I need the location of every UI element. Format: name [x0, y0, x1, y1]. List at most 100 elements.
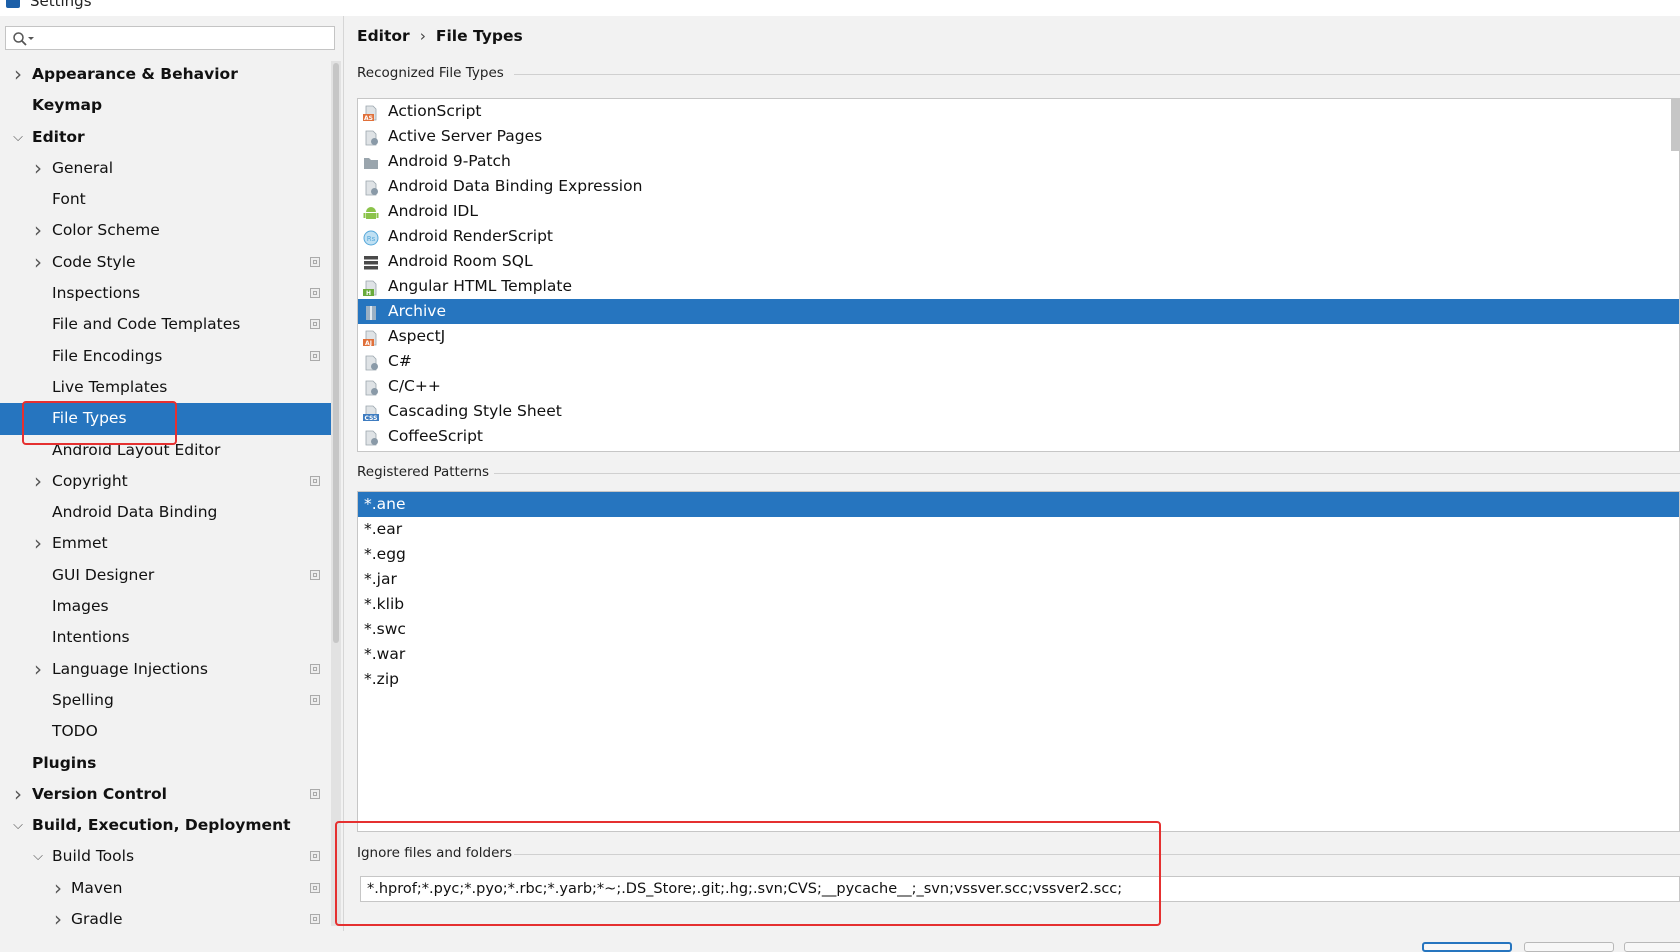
sidebar-item-label: TODO: [52, 722, 98, 741]
file-type-row[interactable]: Rs Android RenderScript: [358, 224, 1679, 249]
chevron-right-icon[interactable]: ›: [51, 873, 65, 904]
sidebar-item-android-data-binding[interactable]: Android Data Binding: [0, 497, 331, 528]
file-type-name: CoffeeScript: [388, 427, 484, 445]
file-type-row[interactable]: Active Server Pages: [358, 124, 1679, 149]
sidebar-item-label: Version Control: [32, 784, 167, 803]
sidebar-item-file-encodings[interactable]: File Encodings: [0, 341, 331, 372]
file-type-name: AspectJ: [388, 327, 446, 345]
sidebar-scrollbar-thumb[interactable]: [333, 63, 339, 643]
app-icon: [6, 0, 20, 8]
file-type-row[interactable]: Android Room SQL: [358, 249, 1679, 274]
file-type-name: ActionScript: [388, 102, 482, 120]
file-type-name: Archive: [388, 302, 446, 320]
sidebar-item-build-tools[interactable]: ⌵ Build Tools: [0, 841, 331, 872]
breadcrumb-current: File Types: [435, 27, 523, 45]
sidebar-item-emmet[interactable]: › Emmet: [0, 528, 331, 559]
csharp-file-icon: [363, 354, 379, 371]
file-type-row[interactable]: Android IDL: [358, 199, 1679, 224]
chevron-right-icon[interactable]: ›: [31, 466, 45, 497]
pattern-row[interactable]: *.jar: [358, 567, 1679, 592]
sidebar-item-editor[interactable]: ⌵ Editor: [0, 122, 331, 153]
file-type-name: Cascading Style Sheet: [388, 402, 562, 420]
sidebar-item-todo[interactable]: TODO: [0, 716, 331, 747]
pattern-row[interactable]: *.ear: [358, 517, 1679, 542]
sidebar-item-font[interactable]: Font: [0, 184, 331, 215]
project-settings-icon: [310, 882, 320, 893]
file-type-row[interactable]: CSS Cascading Style Sheet: [358, 399, 1679, 424]
sidebar-item-spelling[interactable]: Spelling: [0, 685, 331, 716]
pattern-row[interactable]: *.egg: [358, 542, 1679, 567]
sidebar-item-intentions[interactable]: Intentions: [0, 622, 331, 653]
file-type-row[interactable]: Android 9-Patch: [358, 149, 1679, 174]
file-type-row[interactable]: C#: [358, 349, 1679, 374]
sidebar-item-label: Editor: [32, 127, 85, 146]
recognized-file-types-title: Recognized File Types: [357, 65, 504, 81]
sidebar-item-live-templates[interactable]: Live Templates: [0, 372, 331, 403]
sidebar-item-appearance-behavior[interactable]: › Appearance & Behavior: [0, 59, 331, 90]
file-type-name: C#: [388, 352, 412, 370]
project-settings-icon: [310, 288, 320, 299]
file-type-row[interactable]: Archive: [358, 299, 1679, 324]
chevron-right-icon[interactable]: ›: [11, 59, 25, 90]
sidebar-item-label: Code Style: [52, 252, 136, 271]
sidebar-item-plugins[interactable]: Plugins: [0, 748, 331, 779]
sidebar-item-version-control[interactable]: › Version Control: [0, 779, 331, 810]
file-type-row[interactable]: CoffeeScript: [358, 424, 1679, 449]
highlight-box-ignore-files: [335, 821, 1161, 926]
actionscript-icon: AS: [363, 104, 379, 122]
chevron-right-icon[interactable]: ›: [31, 654, 45, 685]
breadcrumb-parent[interactable]: Editor: [357, 27, 410, 45]
registered-patterns-list[interactable]: *.ane *.ear *.egg *.jar *.klib *.swc *.war *.zi…: [357, 491, 1680, 832]
cpp-file-icon: [363, 379, 379, 396]
chevron-down-icon[interactable]: ⌵: [11, 810, 25, 841]
file-type-row[interactable]: AS ActionScript: [358, 99, 1679, 124]
project-settings-icon: [310, 663, 320, 674]
sidebar-item-color-scheme[interactable]: › Color Scheme: [0, 215, 331, 246]
svg-text:AS: AS: [364, 115, 373, 121]
svg-text:CSS: CSS: [365, 415, 378, 421]
pattern-row[interactable]: *.war: [358, 642, 1679, 667]
apply-button[interactable]: [1624, 942, 1680, 952]
sidebar-item-label: GUI Designer: [52, 565, 155, 584]
sidebar-item-maven[interactable]: › Maven: [0, 873, 331, 904]
sidebar-item-copyright[interactable]: › Copyright: [0, 466, 331, 497]
chevron-down-icon[interactable]: ⌵: [11, 122, 25, 153]
sidebar-item-gui-designer[interactable]: GUI Designer: [0, 560, 331, 591]
file-type-row[interactable]: C/C++: [358, 374, 1679, 399]
archive-icon: [363, 304, 379, 320]
sidebar-item-file-and-code-templates[interactable]: File and Code Templates: [0, 309, 331, 340]
recognized-file-types-list[interactable]: AS ActionScript Active Server Pages Android…: [357, 98, 1680, 452]
pattern-row[interactable]: *.zip: [358, 667, 1679, 692]
chevron-right-icon[interactable]: ›: [31, 528, 45, 559]
sidebar-item-keymap[interactable]: Keymap: [0, 90, 331, 121]
pattern-row[interactable]: *.klib: [358, 592, 1679, 617]
sidebar-item-build-execution-deployment[interactable]: ⌵ Build, Execution, Deployment: [0, 810, 331, 841]
cancel-button[interactable]: [1524, 942, 1614, 952]
pattern-row[interactable]: *.ane: [358, 492, 1679, 517]
sidebar-item-inspections[interactable]: Inspections: [0, 278, 331, 309]
sidebar-scrollbar[interactable]: [331, 61, 341, 926]
sidebar-item-label: Plugins: [32, 753, 97, 772]
sidebar-item-code-style[interactable]: › Code Style: [0, 247, 331, 278]
pattern-row[interactable]: *.swc: [358, 617, 1679, 642]
chevron-down-icon[interactable]: ⌵: [31, 841, 45, 872]
file-type-row[interactable]: AJ AspectJ: [358, 324, 1679, 349]
settings-sidebar: › Appearance & Behavior Keymap ⌵ Editor › Gene…: [0, 16, 344, 931]
renderscript-icon: Rs: [363, 229, 379, 246]
title-bar: Settings: [0, 0, 1680, 16]
ok-button[interactable]: [1422, 942, 1512, 952]
sidebar-item-general[interactable]: › General: [0, 153, 331, 184]
chevron-right-icon[interactable]: ›: [31, 215, 45, 246]
chevron-right-icon[interactable]: ›: [31, 153, 45, 184]
search-input[interactable]: [5, 26, 335, 50]
file-type-row[interactable]: Android Data Binding Expression: [358, 174, 1679, 199]
sidebar-item-label: Appearance & Behavior: [32, 65, 238, 83]
sidebar-item-language-injections[interactable]: › Language Injections: [0, 654, 331, 685]
chevron-right-icon[interactable]: ›: [31, 247, 45, 278]
chevron-right-icon[interactable]: ›: [11, 779, 25, 810]
sidebar-item-images[interactable]: Images: [0, 591, 331, 622]
project-settings-icon: [310, 788, 320, 799]
file-type-name: Android Data Binding Expression: [388, 177, 643, 195]
file-type-row[interactable]: H Angular HTML Template: [358, 274, 1679, 299]
sidebar-item-label: Build Tools: [52, 847, 135, 866]
